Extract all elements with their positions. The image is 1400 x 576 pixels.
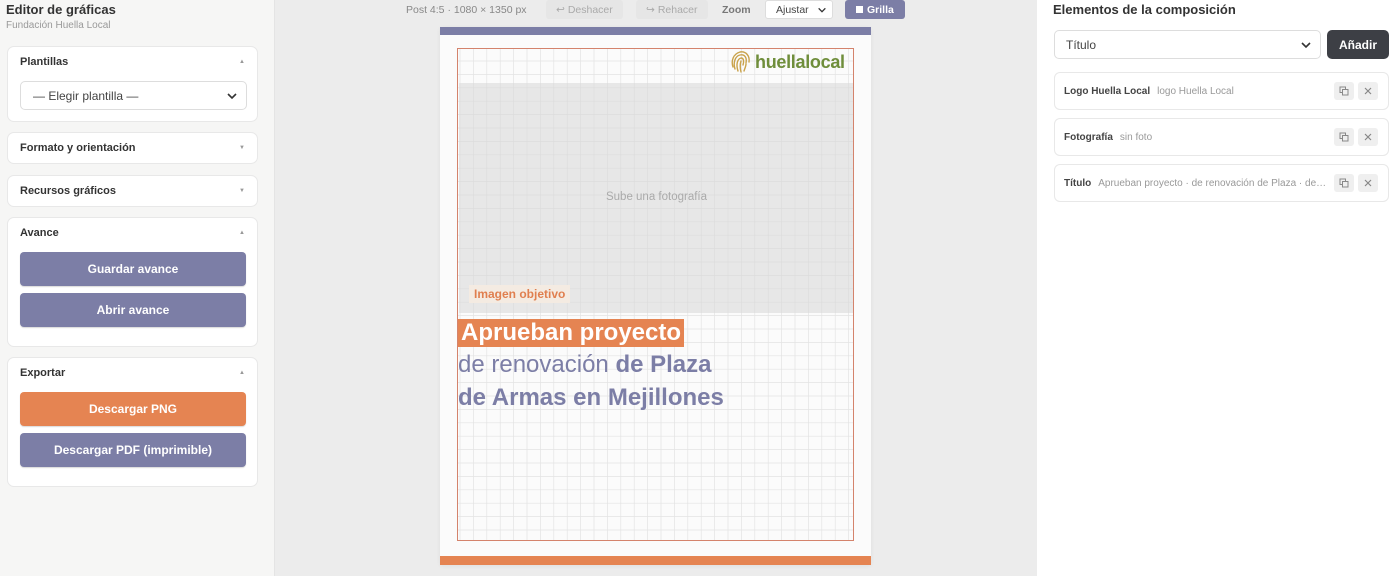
image-objective-tag[interactable]: Imagen objetivo (469, 285, 571, 303)
element-item-title[interactable]: Título Aprueban proyecto · de renovación… (1054, 164, 1389, 202)
undo-icon: ↩ (556, 3, 565, 16)
export-card: Exportar ▲ Descargar PNG Descargar PDF (… (7, 357, 258, 487)
redo-label: Rehacer (657, 3, 698, 16)
progress-header[interactable]: Avance ▲ (8, 218, 257, 248)
templates-header[interactable]: Plantillas ▲ (8, 47, 257, 77)
element-desc: logo Huella Local (1157, 85, 1234, 97)
element-name: Logo Huella Local (1064, 85, 1151, 97)
elements-panel-title: Elementos de la composición (1053, 2, 1236, 17)
close-icon (1364, 133, 1372, 141)
elements-panel: Elementos de la composición Título Añadi… (1037, 0, 1400, 576)
copy-icon (1339, 178, 1349, 188)
duplicate-button[interactable] (1334, 174, 1354, 192)
template-select-value: — Elegir plantilla — (33, 88, 139, 103)
title-line-2-bold: de Plaza (615, 351, 712, 378)
chevron-down-icon (818, 7, 826, 13)
zoom-select-value: Ajustar (776, 3, 809, 16)
title-line-2-light: de renovación (458, 351, 616, 378)
resources-label: Recursos gráficos (20, 185, 116, 197)
caret-down-icon: ▼ (239, 188, 245, 194)
export-label: Exportar (20, 367, 66, 379)
undo-button[interactable]: ↩ Deshacer (546, 0, 623, 19)
design-canvas[interactable]: Sube una fotografía huellalocal Imagen o… (440, 27, 871, 565)
copy-icon (1339, 86, 1349, 96)
app-subtitle: Fundación Huella Local (6, 20, 111, 31)
left-sidebar: Editor de gráficas Fundación Huella Loca… (0, 0, 275, 576)
progress-card: Avance ▲ Guardar avance Abrir avance (7, 217, 258, 347)
caret-up-icon: ▲ (239, 59, 245, 65)
element-desc: sin foto (1119, 131, 1153, 143)
caret-up-icon: ▲ (239, 370, 245, 376)
element-type-select[interactable]: Título (1054, 30, 1321, 59)
chevron-down-icon (1301, 42, 1311, 49)
resources-card: Recursos gráficos ▼ (7, 175, 258, 207)
bottom-color-bar (440, 556, 871, 565)
resources-header[interactable]: Recursos gráficos ▼ (8, 176, 257, 206)
export-header[interactable]: Exportar ▲ (8, 358, 257, 388)
templates-label: Plantillas (20, 56, 69, 68)
title-line-3[interactable]: de Armas en Mejillones (458, 384, 724, 412)
download-png-button[interactable]: Descargar PNG (20, 392, 246, 426)
fingerprint-icon (731, 51, 750, 73)
element-item-photo[interactable]: Fotografía sin foto (1054, 118, 1389, 156)
caret-up-icon: ▲ (239, 230, 245, 236)
element-item-logo[interactable]: Logo Huella Local logo Huella Local (1054, 72, 1389, 110)
element-name: Título (1064, 177, 1092, 189)
grid-toggle-button[interactable]: Grilla (845, 0, 905, 19)
duplicate-button[interactable] (1334, 128, 1354, 146)
format-card: Formato y orientación ▼ (7, 132, 258, 164)
close-icon (1364, 87, 1372, 95)
format-header[interactable]: Formato y orientación ▼ (8, 133, 257, 163)
save-progress-button[interactable]: Guardar avance (20, 252, 246, 286)
templates-card: Plantillas ▲ — Elegir plantilla — (7, 46, 258, 122)
logo-huella-local[interactable]: huellalocal (730, 49, 845, 75)
download-pdf-button[interactable]: Descargar PDF (imprimible) (20, 433, 246, 467)
app-title: Editor de gráficas (6, 2, 116, 17)
close-icon (1364, 179, 1372, 187)
chevron-down-icon (227, 93, 237, 100)
zoom-select[interactable]: Ajustar (765, 0, 833, 19)
top-color-bar (440, 27, 871, 35)
element-desc: Aprueban proyecto · de renovación de Pla… (1098, 177, 1329, 189)
progress-label: Avance (20, 227, 59, 239)
caret-down-icon: ▼ (239, 145, 245, 151)
template-select[interactable]: — Elegir plantilla — (20, 81, 247, 110)
title-highlight[interactable]: Aprueban proyecto (458, 319, 685, 347)
element-type-value: Título (1066, 37, 1097, 52)
grid-label: Grilla (867, 3, 894, 16)
duplicate-button[interactable] (1334, 82, 1354, 100)
delete-button[interactable] (1358, 174, 1378, 192)
add-element-button[interactable]: Añadir (1327, 30, 1389, 59)
zoom-label: Zoom (722, 3, 751, 16)
redo-button[interactable]: ↪ Rehacer (636, 0, 708, 19)
open-progress-button[interactable]: Abrir avance (20, 293, 246, 327)
undo-label: Deshacer (567, 3, 613, 16)
format-label: Formato y orientación (20, 142, 136, 154)
format-info: Post 4:5 · 1080 × 1350 px (406, 3, 527, 16)
delete-button[interactable] (1358, 82, 1378, 100)
title-line-2[interactable]: de renovación de Plaza (458, 351, 712, 379)
delete-button[interactable] (1358, 128, 1378, 146)
copy-icon (1339, 132, 1349, 142)
logo-text: huellalocal (755, 51, 845, 72)
grid-square-icon (856, 6, 863, 13)
redo-icon: ↪ (646, 3, 655, 16)
element-name: Fotografía (1064, 131, 1113, 143)
